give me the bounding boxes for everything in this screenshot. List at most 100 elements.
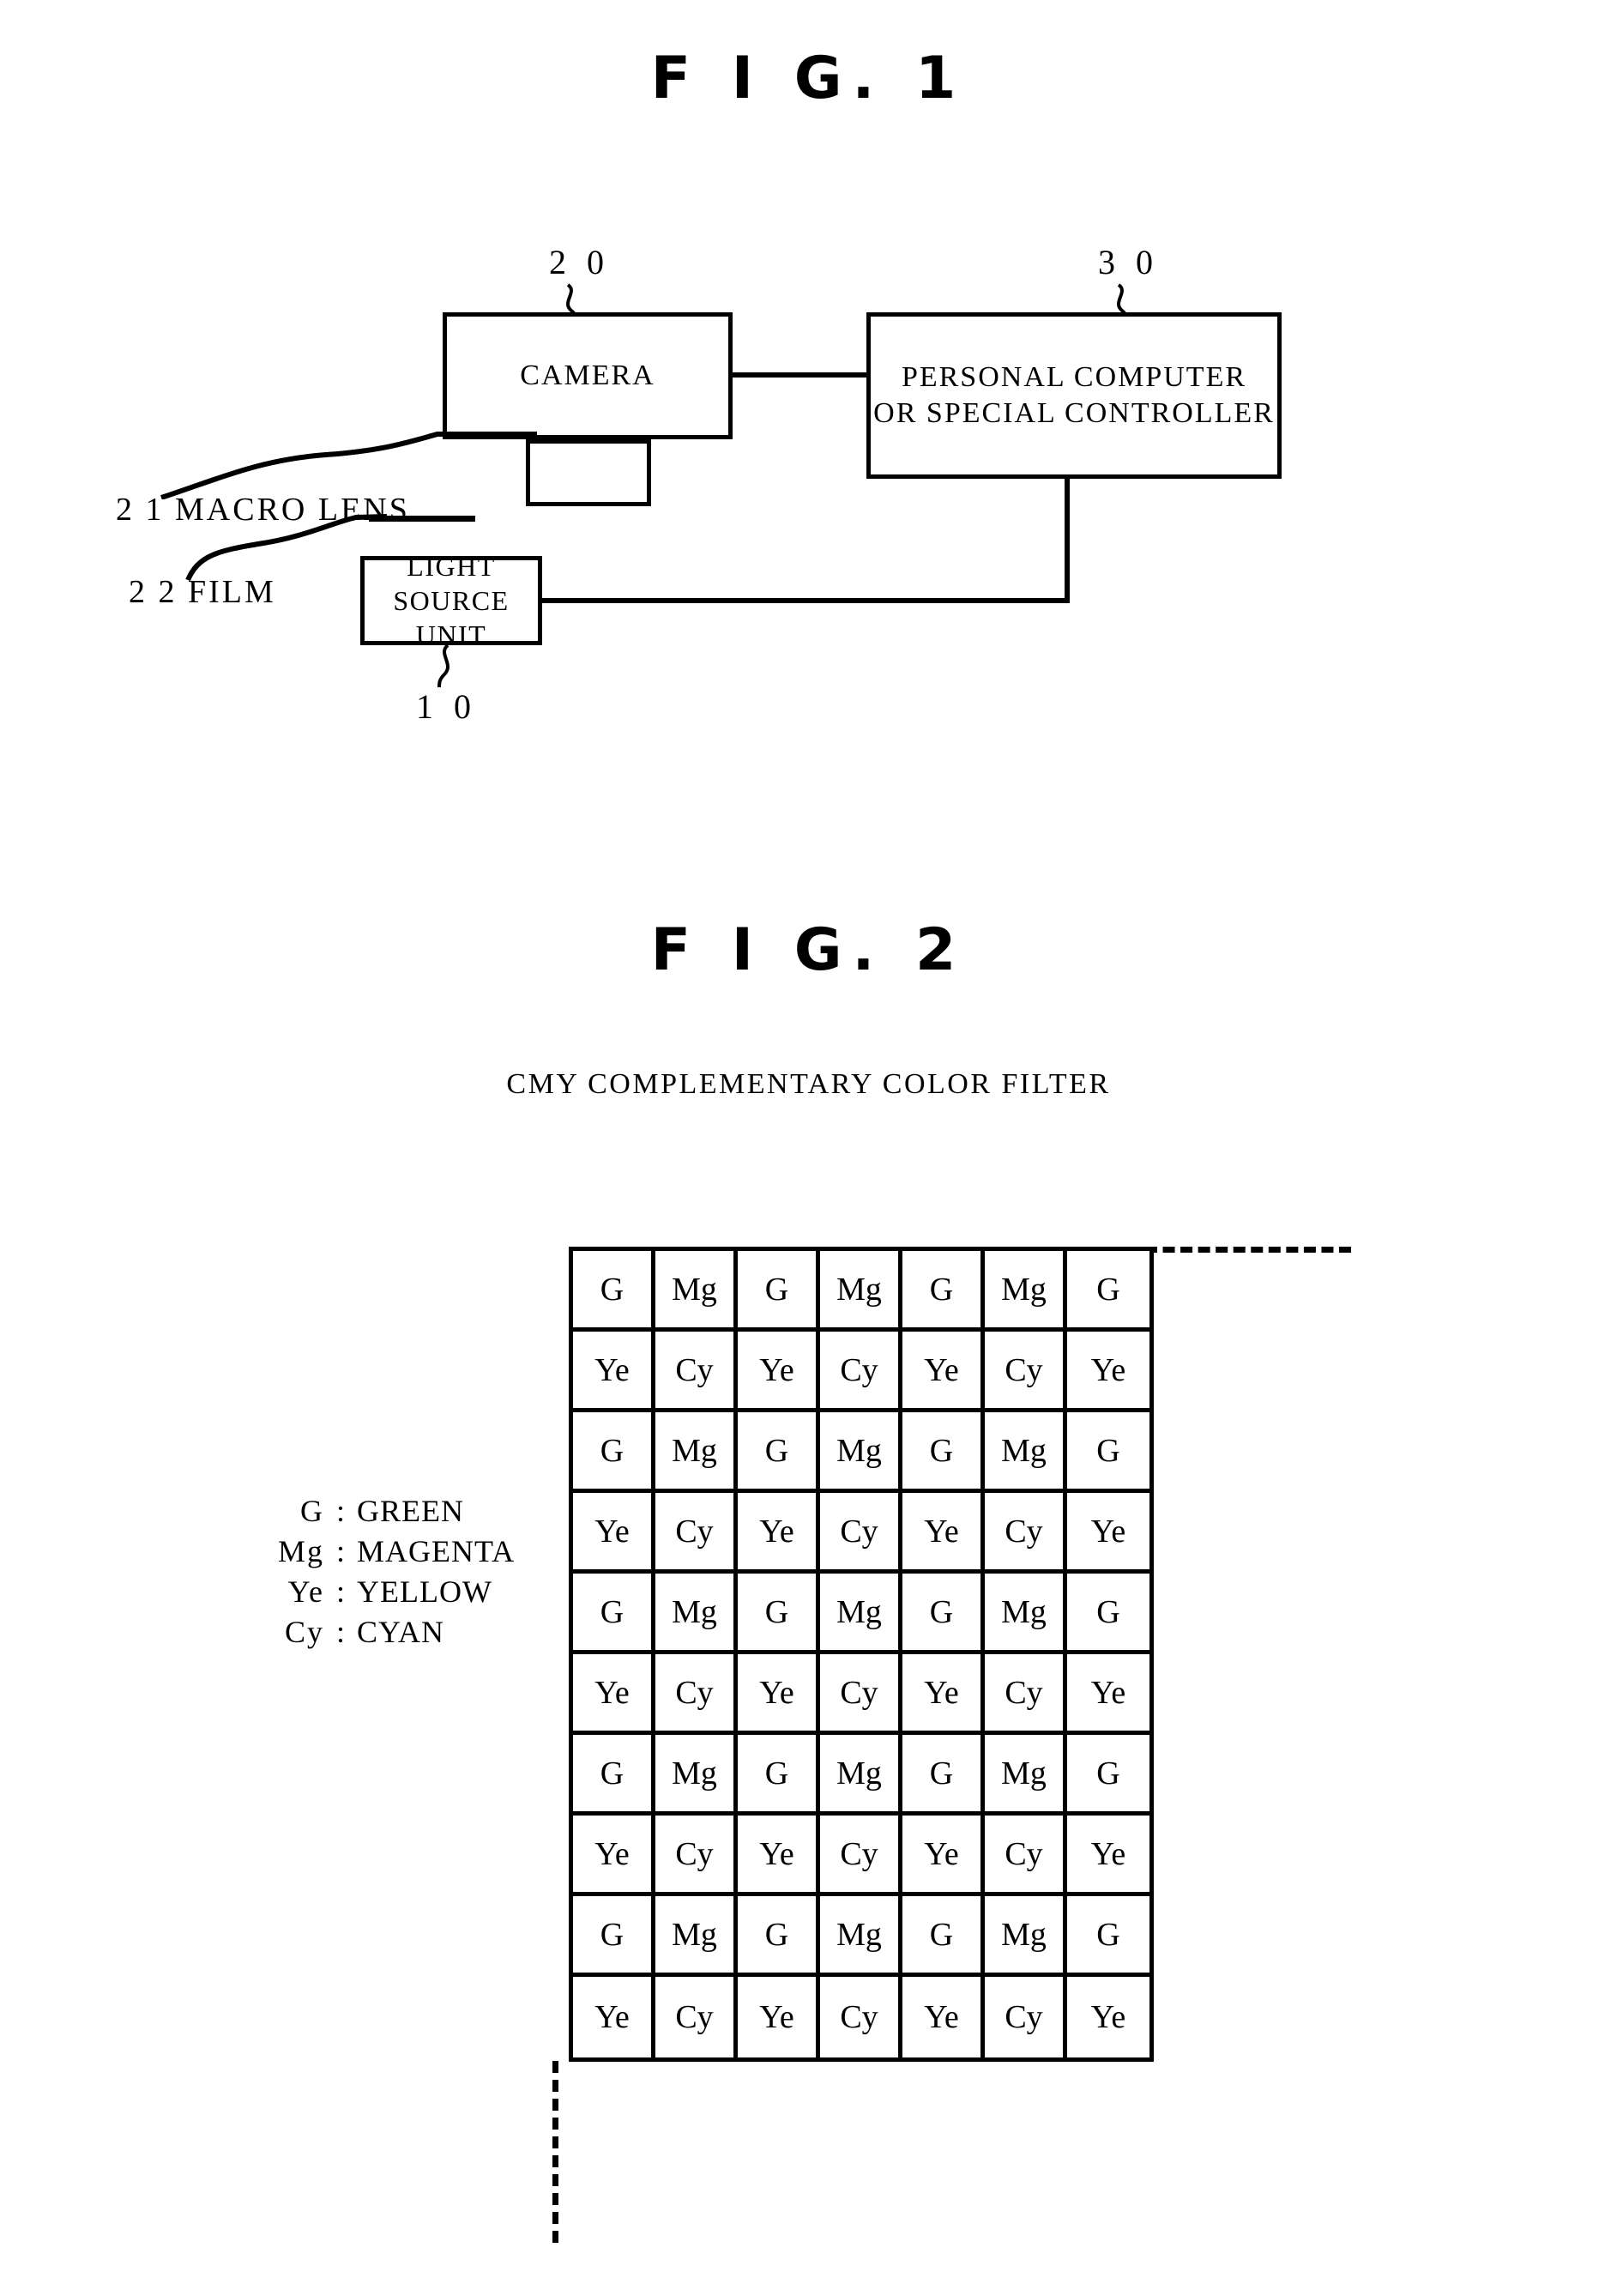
block-macro-lens <box>526 439 651 506</box>
cfa-cell-g: G <box>573 1735 655 1816</box>
reference-numeral-10: 1 0 <box>416 687 477 726</box>
wire-camera-to-controller <box>731 372 868 378</box>
cfa-cell-cy: Cy <box>655 1977 738 2057</box>
cfa-cell-ye: Ye <box>738 1977 820 2057</box>
cfa-cell-ye: Ye <box>573 1332 655 1412</box>
cfa-cell-g: G <box>573 1896 655 1977</box>
legend-colon: : <box>335 1615 345 1649</box>
cfa-cell-mg: Mg <box>655 1735 738 1816</box>
cfa-cell-g: G <box>1067 1735 1149 1816</box>
legend-name: YELLOW <box>357 1574 492 1609</box>
cfa-cell-g: G <box>1067 1251 1149 1332</box>
cfa-cell-mg: Mg <box>985 1412 1067 1493</box>
dashed-line-horizontal <box>1145 1247 1351 1253</box>
block-controller-label: PERSONAL COMPUTER OR SPECIAL CONTROLLER <box>873 360 1275 430</box>
cfa-cell-cy: Cy <box>820 1816 902 1896</box>
legend-symbol: Cy <box>284 1615 324 1649</box>
cfa-cell-mg: Mg <box>820 1412 902 1493</box>
cfa-cell-ye: Ye <box>1067 1816 1149 1896</box>
cfa-cell-cy: Cy <box>820 1332 902 1412</box>
cfa-cell-cy: Cy <box>820 1977 902 2057</box>
cfa-cell-g: G <box>902 1896 985 1977</box>
cfa-cell-ye: Ye <box>573 1493 655 1574</box>
legend-symbol: G <box>300 1494 324 1528</box>
legend-colon: : <box>335 1494 345 1528</box>
cfa-cell-ye: Ye <box>1067 1332 1149 1412</box>
cfa-cell-cy: Cy <box>985 1816 1067 1896</box>
cfa-cell-mg: Mg <box>985 1574 1067 1654</box>
cfa-cell-ye: Ye <box>902 1816 985 1896</box>
cfa-cell-cy: Cy <box>655 1493 738 1574</box>
legend-row: Cy : CYAN <box>245 1612 515 1653</box>
legend-row: Ye : YELLOW <box>245 1572 515 1612</box>
cfa-cell-g: G <box>738 1574 820 1654</box>
cfa-cell-g: G <box>738 1735 820 1816</box>
cfa-cell-mg: Mg <box>820 1896 902 1977</box>
legend-name: MAGENTA <box>357 1534 516 1568</box>
legend-symbol: Mg <box>277 1534 324 1568</box>
cfa-cell-mg: Mg <box>655 1251 738 1332</box>
cfa-cell-g: G <box>902 1412 985 1493</box>
cfa-cell-ye: Ye <box>902 1654 985 1735</box>
cfa-cell-cy: Cy <box>820 1654 902 1735</box>
cfa-cell-cy: Cy <box>820 1493 902 1574</box>
cfa-cell-g: G <box>902 1735 985 1816</box>
cfa-cell-cy: Cy <box>655 1332 738 1412</box>
figure-1-title: F I G. 1 <box>650 45 967 112</box>
leader-line-macro-lens <box>160 432 537 499</box>
cfa-legend: G : GREEN Mg : MAGENTA Ye : YELLOW Cy : … <box>245 1491 515 1653</box>
cfa-cell-g: G <box>738 1412 820 1493</box>
leader-line-10 <box>437 645 450 688</box>
block-controller: PERSONAL COMPUTER OR SPECIAL CONTROLLER <box>866 312 1282 479</box>
figure-2-subtitle: CMY COMPLEMENTARY COLOR FILTER <box>506 1068 1111 1100</box>
cfa-cell-g: G <box>573 1574 655 1654</box>
cfa-cell-cy: Cy <box>985 1493 1067 1574</box>
cfa-cell-ye: Ye <box>902 1977 985 2057</box>
cfa-cell-g: G <box>573 1251 655 1332</box>
cfa-cell-ye: Ye <box>1067 1493 1149 1574</box>
cfa-cell-cy: Cy <box>655 1654 738 1735</box>
cfa-cell-g: G <box>573 1412 655 1493</box>
cfa-cell-ye: Ye <box>573 1654 655 1735</box>
wire-controller-vertical <box>1065 477 1070 603</box>
legend-colon: : <box>335 1574 345 1609</box>
cfa-cell-ye: Ye <box>902 1332 985 1412</box>
legend-symbol: Ye <box>287 1574 324 1609</box>
cfa-cell-ye: Ye <box>738 1332 820 1412</box>
leader-line-film <box>185 514 388 582</box>
legend-colon: : <box>335 1534 345 1568</box>
cfa-cell-ye: Ye <box>1067 1654 1149 1735</box>
legend-row: Mg : MAGENTA <box>245 1532 515 1572</box>
cfa-cell-ye: Ye <box>573 1816 655 1896</box>
cfa-cell-mg: Mg <box>985 1735 1067 1816</box>
cfa-cell-ye: Ye <box>738 1493 820 1574</box>
cfa-cell-mg: Mg <box>655 1574 738 1654</box>
cfa-cell-mg: Mg <box>820 1574 902 1654</box>
wire-controller-to-light-source <box>538 598 1070 603</box>
reference-numeral-30: 3 0 <box>1098 243 1159 281</box>
patent-drawing-page: F I G. 1 2 0 3 0 CAMERA PERSONAL COMPUTE… <box>0 0 1617 2296</box>
cfa-cell-g: G <box>902 1251 985 1332</box>
cfa-cell-cy: Cy <box>985 1654 1067 1735</box>
legend-name: GREEN <box>357 1494 464 1528</box>
dashed-line-vertical <box>552 2061 558 2243</box>
cfa-cell-cy: Cy <box>985 1332 1067 1412</box>
legend-name: CYAN <box>357 1615 445 1649</box>
cfa-cell-mg: Mg <box>655 1412 738 1493</box>
cfa-cell-mg: Mg <box>820 1251 902 1332</box>
block-camera: CAMERA <box>443 312 733 439</box>
cfa-cell-g: G <box>902 1574 985 1654</box>
legend-row: G : GREEN <box>245 1491 515 1532</box>
block-camera-label: CAMERA <box>520 359 655 391</box>
cfa-cell-ye: Ye <box>1067 1977 1149 2057</box>
cfa-cell-mg: Mg <box>820 1735 902 1816</box>
cfa-filter-grid: G Mg G Mg G Mg G Ye Cy Ye Cy Ye Cy Ye G Mg G Mg G Mg G Ye Cy Ye… <box>569 1247 1154 2062</box>
cfa-cell-g: G <box>1067 1412 1149 1493</box>
figure-2-title: F I G. 2 <box>650 916 967 984</box>
reference-numeral-20: 2 0 <box>549 243 610 281</box>
cfa-cell-ye: Ye <box>573 1977 655 2057</box>
cfa-cell-mg: Mg <box>985 1251 1067 1332</box>
cfa-cell-cy: Cy <box>985 1977 1067 2057</box>
cfa-cell-g: G <box>1067 1574 1149 1654</box>
block-light-source-unit-label: LIGHT SOURCE UNIT <box>393 551 510 650</box>
